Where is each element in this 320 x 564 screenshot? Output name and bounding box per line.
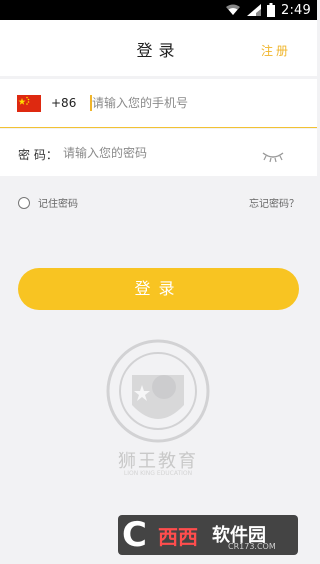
password-input[interactable] bbox=[63, 142, 243, 164]
status-time: 2:49 bbox=[281, 2, 311, 18]
site-logo-domain: CR173.COM bbox=[228, 542, 276, 551]
wifi-icon bbox=[226, 4, 240, 15]
site-watermark-logo: C 西西 软件园 CR173.COM bbox=[118, 515, 298, 555]
signal-icon bbox=[247, 4, 261, 16]
phone-input[interactable] bbox=[92, 92, 292, 114]
china-flag-icon[interactable] bbox=[17, 94, 43, 113]
phone-row: +86 bbox=[0, 79, 317, 128]
remember-radio[interactable] bbox=[18, 196, 30, 209]
eye-closed-icon[interactable] bbox=[261, 151, 285, 163]
watermark-subtitle: LION KING EDUCATION bbox=[123, 470, 193, 477]
site-logo-name1: 西西 bbox=[158, 525, 198, 549]
forgot-password-link[interactable]: 忘记密码？ bbox=[249, 195, 299, 210]
site-logo-letter: C bbox=[122, 515, 147, 555]
header-bar: 登录 注册 bbox=[0, 20, 317, 76]
register-link[interactable]: 注册 bbox=[261, 42, 291, 59]
password-label: 密 码： bbox=[18, 148, 58, 162]
battery-icon bbox=[267, 3, 275, 17]
status-bar: 2:49 bbox=[0, 0, 317, 20]
login-button[interactable]: 登录 bbox=[18, 268, 299, 310]
remember-label: 记住密码 bbox=[38, 199, 78, 210]
remember-password[interactable]: 记住密码 bbox=[18, 195, 78, 210]
status-icons: 2:49 bbox=[225, 2, 311, 18]
country-code[interactable]: +86 bbox=[51, 96, 76, 110]
